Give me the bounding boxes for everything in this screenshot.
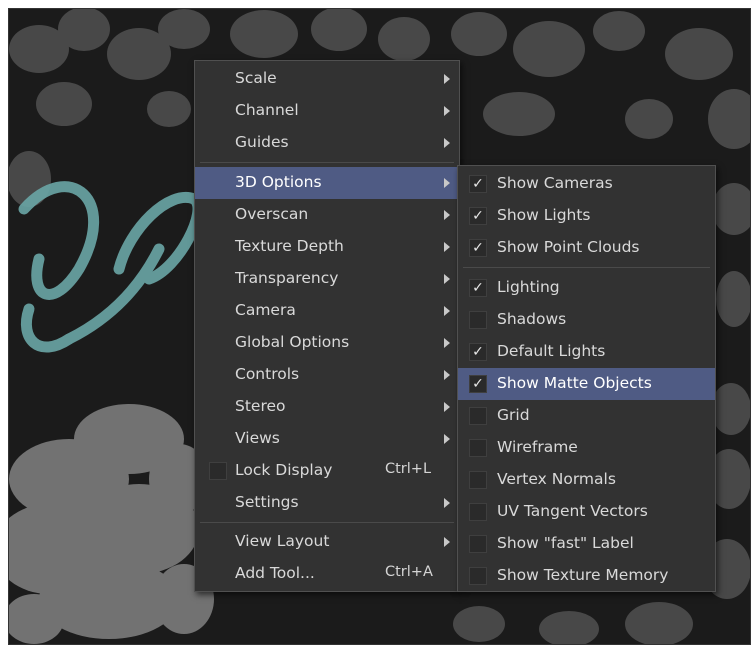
menu-item-show-texture-memory[interactable]: Show Texture Memory	[458, 560, 715, 592]
menu-separator	[463, 267, 710, 268]
check-icon[interactable]: ✓	[469, 175, 487, 193]
menu-item-show-point-clouds[interactable]: ✓ Show Point Clouds	[458, 232, 715, 264]
menu-item-shadows[interactable]: Shadows	[458, 304, 715, 336]
menu-item-label: Vertex Normals	[497, 470, 616, 488]
menu-item-3d-options[interactable]: 3D Options	[195, 167, 459, 199]
menu-item-stereo[interactable]: Stereo	[195, 391, 459, 423]
menu-item-default-lights[interactable]: ✓ Default Lights	[458, 336, 715, 368]
menu-item-view-layout[interactable]: View Layout	[195, 526, 459, 558]
menu-item-label: Controls	[235, 365, 300, 383]
menu-item-label: Texture Depth	[235, 237, 344, 255]
menu-item-settings[interactable]: Settings	[195, 487, 459, 519]
menu-item-texture-depth[interactable]: Texture Depth	[195, 231, 459, 263]
menu-item-scale[interactable]: Scale	[195, 63, 459, 95]
menu-item-label: Guides	[235, 133, 289, 151]
viewport-context-menu: Scale Channel Guides 3D Options Overscan…	[194, 60, 460, 592]
menu-item-label: Overscan	[235, 205, 309, 223]
check-icon[interactable]: ✓	[469, 375, 487, 393]
menu-item-label: Global Options	[235, 333, 350, 351]
submenu-arrow-icon	[444, 338, 450, 348]
menu-item-label: UV Tangent Vectors	[497, 502, 648, 520]
menu-item-label: Wireframe	[497, 438, 578, 456]
menu-item-show-cameras[interactable]: ✓ Show Cameras	[458, 168, 715, 200]
menu-item-show-fast-label[interactable]: Show "fast" Label	[458, 528, 715, 560]
submenu-arrow-icon	[444, 138, 450, 148]
check-icon[interactable]: ✓	[469, 279, 487, 297]
menu-item-label: Show Lights	[497, 206, 591, 224]
menu-item-label: Channel	[235, 101, 299, 119]
menu-item-show-matte-objects[interactable]: ✓ Show Matte Objects	[458, 368, 715, 400]
submenu-arrow-icon	[444, 498, 450, 508]
3d-options-submenu: ✓ Show Cameras ✓ Show Lights ✓ Show Poin…	[457, 165, 716, 592]
menu-item-label: View Layout	[235, 532, 330, 550]
submenu-arrow-icon	[444, 210, 450, 220]
menu-item-label: Default Lights	[497, 342, 606, 360]
submenu-arrow-icon	[444, 370, 450, 380]
menu-item-global-options[interactable]: Global Options	[195, 327, 459, 359]
menu-item-label: Shadows	[497, 310, 567, 328]
submenu-arrow-icon	[444, 274, 450, 284]
menu-item-channel[interactable]: Channel	[195, 95, 459, 127]
submenu-arrow-icon	[444, 434, 450, 444]
menu-item-label: Lighting	[497, 278, 560, 296]
checkbox[interactable]	[469, 567, 487, 585]
menu-item-label: Scale	[235, 69, 277, 87]
menu-item-label: Settings	[235, 493, 299, 511]
checkbox[interactable]	[469, 471, 487, 489]
checkbox[interactable]	[469, 535, 487, 553]
check-icon[interactable]: ✓	[469, 343, 487, 361]
checkbox[interactable]	[469, 439, 487, 457]
checkbox[interactable]	[469, 407, 487, 425]
menu-item-label: Show Cameras	[497, 174, 613, 192]
checkbox[interactable]	[469, 503, 487, 521]
menu-item-label: Show "fast" Label	[497, 534, 634, 552]
menu-item-lock-display[interactable]: Lock Display Ctrl+L	[195, 455, 459, 487]
menu-item-label: Stereo	[235, 397, 286, 415]
checkbox[interactable]	[469, 311, 487, 329]
menu-item-label: Show Texture Memory	[497, 566, 669, 584]
submenu-arrow-icon	[444, 402, 450, 412]
submenu-arrow-icon	[444, 306, 450, 316]
menu-item-label: Camera	[235, 301, 296, 319]
menu-item-grid[interactable]: Grid	[458, 400, 715, 432]
menu-item-shortcut: Ctrl+A	[385, 564, 433, 580]
menu-item-views[interactable]: Views	[195, 423, 459, 455]
menu-item-label: Transparency	[235, 269, 339, 287]
lock-display-checkbox[interactable]	[209, 462, 227, 480]
menu-item-guides[interactable]: Guides	[195, 127, 459, 159]
menu-item-overscan[interactable]: Overscan	[195, 199, 459, 231]
check-icon[interactable]: ✓	[469, 207, 487, 225]
menu-item-controls[interactable]: Controls	[195, 359, 459, 391]
menu-item-vertex-normals[interactable]: Vertex Normals	[458, 464, 715, 496]
menu-item-label: Show Point Clouds	[497, 238, 640, 256]
menu-item-label: Add Tool...	[235, 564, 315, 582]
submenu-arrow-icon	[444, 74, 450, 84]
menu-item-camera[interactable]: Camera	[195, 295, 459, 327]
menu-item-lighting[interactable]: ✓ Lighting	[458, 272, 715, 304]
menu-item-label: Lock Display	[235, 461, 333, 479]
submenu-arrow-icon	[444, 242, 450, 252]
menu-item-add-tool[interactable]: Add Tool... Ctrl+A	[195, 558, 459, 590]
submenu-arrow-icon	[444, 178, 450, 188]
menu-item-uv-tangent-vectors[interactable]: UV Tangent Vectors	[458, 496, 715, 528]
menu-item-wireframe[interactable]: Wireframe	[458, 432, 715, 464]
menu-separator	[200, 522, 454, 523]
submenu-arrow-icon	[444, 537, 450, 547]
menu-separator	[200, 162, 454, 163]
submenu-arrow-icon	[444, 106, 450, 116]
menu-item-show-lights[interactable]: ✓ Show Lights	[458, 200, 715, 232]
menu-item-shortcut: Ctrl+L	[385, 461, 432, 477]
check-icon[interactable]: ✓	[469, 239, 487, 257]
menu-item-label: Grid	[497, 406, 530, 424]
menu-item-transparency[interactable]: Transparency	[195, 263, 459, 295]
menu-item-label: Show Matte Objects	[497, 374, 652, 392]
menu-item-label: 3D Options	[235, 173, 322, 191]
menu-item-label: Views	[235, 429, 280, 447]
